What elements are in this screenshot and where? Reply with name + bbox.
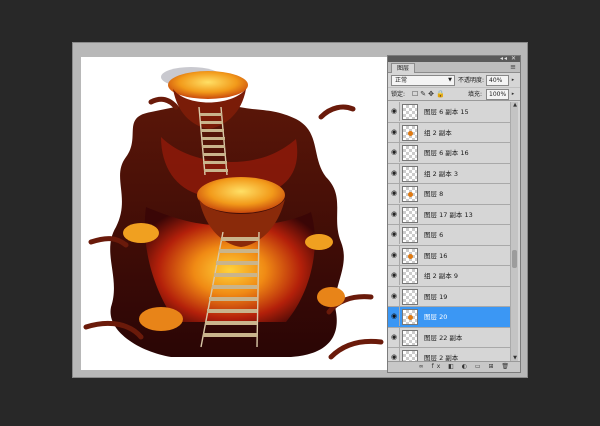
opacity-label: 不透明度: [458, 77, 485, 84]
layer-name: 图层 20 [424, 313, 448, 321]
panel-tab-row: 图层 ≡ [388, 62, 520, 73]
eye-icon[interactable]: ◉ [389, 327, 400, 347]
layer-row[interactable]: ◉ 图层 2 副本 [388, 348, 511, 362]
layer-thumbnail [402, 268, 418, 284]
layer-name: 组 2 副本 9 [424, 272, 458, 280]
lock-label: 锁定: [391, 91, 406, 98]
eye-icon[interactable]: ◉ [389, 102, 400, 121]
chevron-down-icon: ▼ [448, 77, 452, 83]
artwork-image [83, 67, 384, 360]
layer-thumbnail [402, 329, 418, 346]
eye-icon[interactable]: ◉ [389, 266, 400, 285]
layer-thumbnail [402, 124, 418, 141]
layer-thumbnail [402, 186, 418, 202]
layer-row[interactable]: ◉ 图层 17 副本 13 [388, 204, 511, 225]
layer-name: 组 2 副本 3 [424, 169, 458, 178]
layer-name: 组 2 副本 [424, 128, 452, 137]
layer-thumbnail [402, 104, 418, 120]
fill-label: 填充: [468, 91, 483, 98]
eye-icon[interactable]: ◉ [389, 204, 400, 224]
layer-row[interactable]: ◉ 组 2 副本 [388, 122, 511, 143]
fill-arrow-icon[interactable]: ▸ [509, 90, 517, 99]
eye-icon[interactable]: ◉ [389, 245, 400, 265]
layer-name: 图层 6 副本 15 [424, 108, 469, 116]
scrollbar-thumb[interactable] [512, 250, 517, 268]
layer-name: 图层 6 [424, 231, 444, 239]
layer-row[interactable]: ◉ 图层 22 副本 [388, 327, 511, 348]
layer-name: 图层 8 [424, 190, 444, 198]
layer-row[interactable]: ◉ 图层 6 [388, 225, 511, 246]
fill-input[interactable]: 100% ▸ [486, 89, 514, 100]
opacity-input[interactable]: 40% ▸ [486, 75, 514, 86]
eye-icon[interactable]: ◉ [389, 348, 400, 362]
layer-row[interactable]: ◉ 图层 6 副本 16 [388, 143, 511, 164]
lock-icons[interactable]: ☐✎✥🔒 [412, 90, 447, 98]
layer-row[interactable]: ◉ 图层 6 副本 15 [388, 102, 511, 123]
layer-row[interactable]: ◉ 图层 19 [388, 286, 511, 307]
layers-panel: ◂◂ ✕ 图层 ≡ 正常 ▼ 不透明度: 40% ▸ 锁定: ☐✎✥🔒 填充: … [387, 55, 521, 373]
layer-thumbnail [402, 227, 418, 243]
blend-mode-select[interactable]: 正常 ▼ [391, 75, 455, 86]
fill-value: 100% [489, 91, 507, 98]
eye-icon[interactable]: ◉ [389, 225, 400, 244]
lock-fill-row: 锁定: ☐✎✥🔒 填充: 100% ▸ [388, 88, 520, 101]
layer-name: 图层 16 [424, 251, 448, 260]
eye-icon[interactable]: ◉ [389, 122, 400, 142]
layer-row[interactable]: ◉ 图层 16 [388, 245, 511, 266]
canvas[interactable] [81, 57, 390, 370]
layer-thumbnail [402, 165, 418, 182]
eye-icon[interactable]: ◉ [389, 184, 400, 203]
eye-icon[interactable]: ◉ [389, 286, 400, 306]
eye-icon[interactable]: ◉ [389, 307, 400, 326]
collapse-icon[interactable]: ◂◂ ✕ [500, 55, 517, 62]
layer-thumbnail [402, 145, 418, 161]
tab-layers[interactable]: 图层 [391, 63, 416, 73]
panel-menu-icon[interactable]: ≡ [510, 63, 516, 71]
blend-mode-value: 正常 [395, 77, 408, 84]
layer-list: ◉ 图层 6 副本 15 ◉ 组 2 副本 ◉ 图层 6 副本 16 ◉ 组 2 副本 3 ◉ 图… [388, 102, 511, 362]
panel-bottom-toolbar: ∞ fx ◧ ◐ ▭ ⊞ 🗑 [388, 361, 520, 372]
layer-thumbnail [402, 288, 418, 305]
layer-row[interactable]: ◉ 图层 8 [388, 184, 511, 205]
layer-name: 图层 6 副本 16 [424, 149, 469, 157]
layer-name: 图层 22 副本 [424, 333, 463, 342]
scroll-up-icon[interactable]: ▲ [511, 102, 519, 109]
layer-list-scrollbar[interactable]: ▲ ▼ [510, 102, 518, 362]
layer-thumbnail [402, 247, 418, 264]
blend-opacity-row: 正常 ▼ 不透明度: 40% ▸ [388, 73, 520, 88]
eye-icon[interactable]: ◉ [389, 163, 400, 183]
layer-row[interactable]: ◉ 图层 20 [388, 307, 511, 328]
layer-row[interactable]: ◉ 组 2 副本 3 [388, 163, 511, 184]
layer-action-icons[interactable]: ∞ fx ◧ ◐ ▭ ⊞ 🗑 [419, 363, 512, 370]
layer-name: 图层 19 [424, 292, 448, 301]
layer-name: 图层 17 副本 13 [424, 210, 473, 219]
layer-name: 图层 2 副本 [424, 354, 459, 362]
eye-icon[interactable]: ◉ [389, 143, 400, 162]
opacity-arrow-icon[interactable]: ▸ [509, 76, 517, 85]
opacity-value: 40% [489, 77, 503, 84]
layer-row[interactable]: ◉ 组 2 副本 9 [388, 266, 511, 287]
layer-thumbnail [402, 206, 418, 223]
layer-thumbnail [402, 309, 418, 325]
